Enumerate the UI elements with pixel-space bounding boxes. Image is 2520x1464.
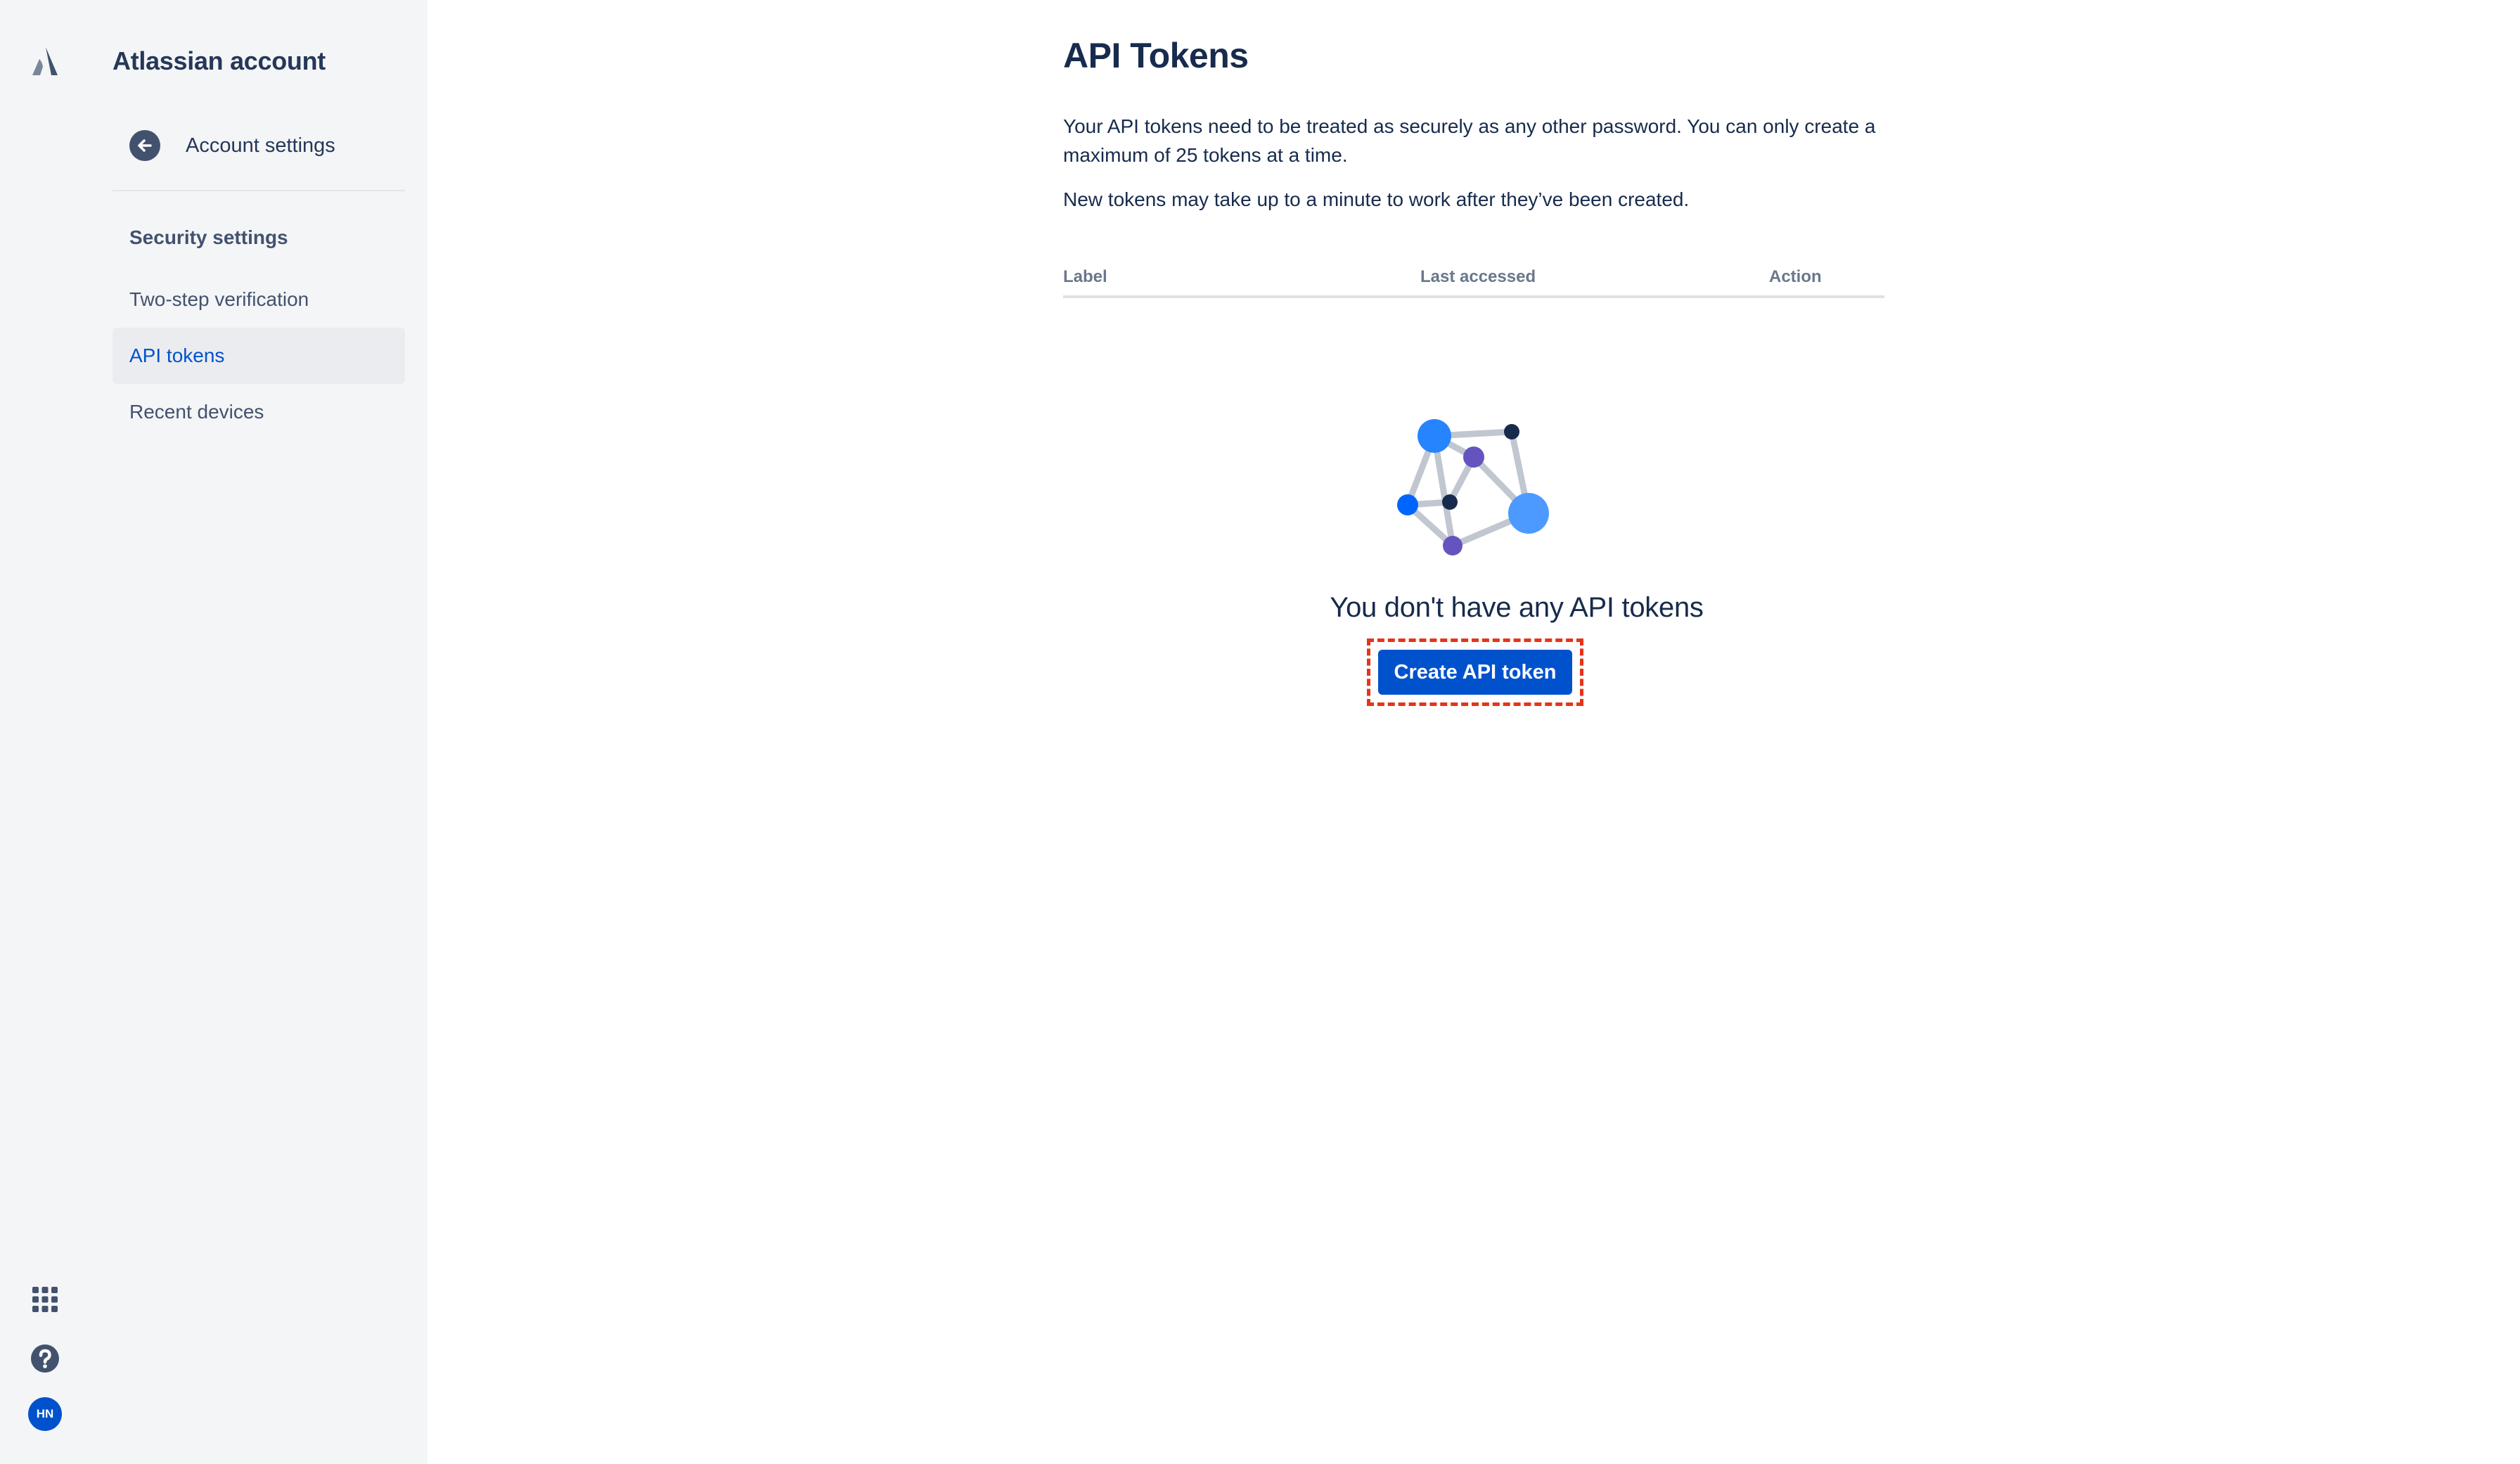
atlassian-logo-icon[interactable] [31, 45, 59, 77]
main-content: API Tokens Your API tokens need to be tr… [428, 0, 2520, 1464]
sidebar: HN Atlassian account Account settings Se… [0, 0, 428, 1464]
help-question-icon[interactable] [30, 1343, 60, 1374]
app-root: HN Atlassian account Account settings Se… [0, 0, 2520, 1464]
app-switcher-grid-icon[interactable] [31, 1285, 59, 1314]
empty-state-title: You don't have any API tokens [1330, 592, 1704, 623]
back-to-account-settings-link[interactable]: Account settings [129, 128, 335, 163]
sidebar-item-label: Two-step verification [129, 288, 309, 310]
product-title: Atlassian account [112, 46, 326, 75]
section-heading: Security settings [129, 226, 288, 248]
description-text: Your API tokens need to be treated as se… [1063, 115, 1876, 166]
column-header-label: Label [1063, 267, 1107, 286]
sidebar-item-label: Recent devices [129, 401, 264, 423]
sidebar-item-api-tokens[interactable]: API tokens [112, 328, 405, 384]
back-link-label: Account settings [186, 134, 335, 157]
column-header-action: Action [1769, 267, 1822, 286]
user-avatar[interactable]: HN [28, 1397, 62, 1431]
sidebar-item-two-step-verification[interactable]: Two-step verification [112, 271, 405, 328]
sidebar-item-label: API tokens [129, 345, 225, 366]
sidebar-item-recent-devices[interactable]: Recent devices [112, 384, 405, 440]
arrow-left-circle-icon [129, 130, 160, 161]
global-rail: HN [0, 0, 91, 1464]
description-note: New tokens may take up to a minute to wo… [1063, 188, 1690, 210]
sidebar-divider [112, 190, 405, 191]
tokens-table-header: Label Last accessed Action [1063, 262, 1884, 298]
column-header-last-accessed: Last accessed [1420, 267, 1536, 286]
page-title: API Tokens [1063, 36, 1249, 75]
create-api-token-button[interactable]: Create API token [1378, 650, 1572, 695]
network-nodes-icon [1397, 419, 1549, 556]
